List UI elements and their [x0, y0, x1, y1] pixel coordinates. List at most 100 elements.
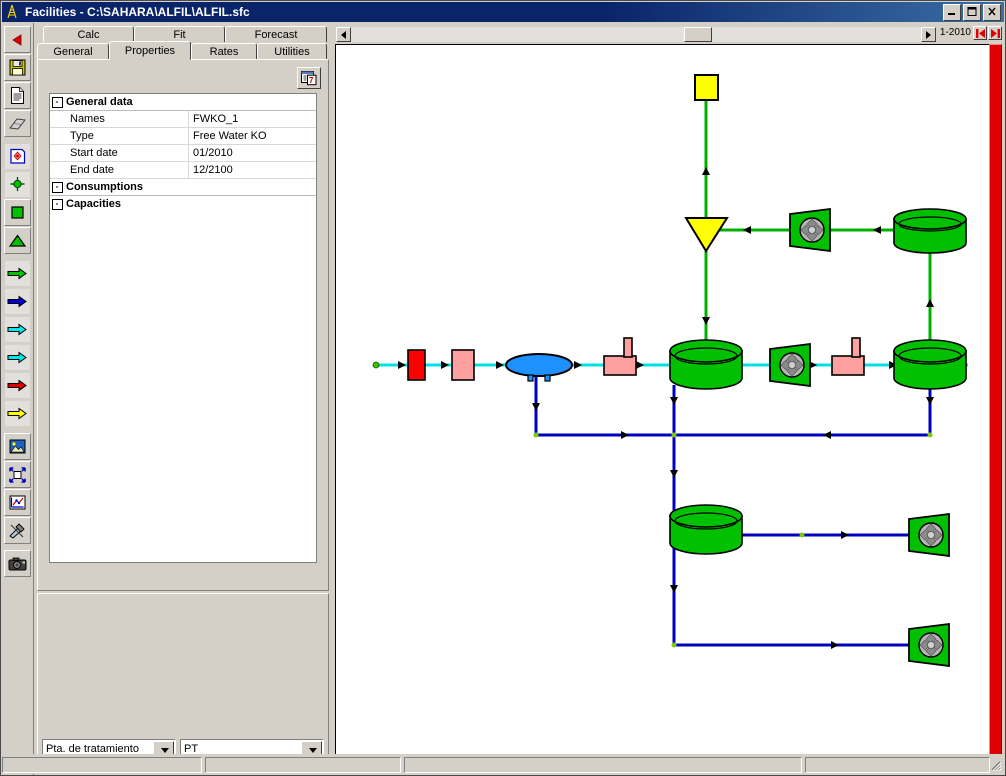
- tab-rates[interactable]: Rates: [191, 43, 257, 59]
- network-icon-button[interactable]: [4, 143, 31, 170]
- window-title: Facilities - C:\SAHARA\ALFIL\ALFIL.sfc: [25, 5, 250, 19]
- tank-green-bottom[interactable]: [669, 504, 743, 555]
- tab-forecast[interactable]: Forecast: [225, 26, 327, 42]
- expander-icon[interactable]: -: [50, 179, 64, 195]
- maximize-button[interactable]: [963, 4, 981, 21]
- triangle-green-icon-button[interactable]: [4, 227, 31, 254]
- scroll-left-icon[interactable]: [336, 27, 351, 42]
- property-grid[interactable]: - General data Names FWKO_1 Type Free Wa…: [49, 93, 317, 563]
- cyan-arrow-2-icon-button[interactable]: [4, 344, 31, 371]
- green-arrow-icon-button[interactable]: [4, 260, 31, 287]
- diagram-vertical-scrollbar[interactable]: [989, 44, 1002, 758]
- table-row[interactable]: End date 12/2100: [50, 162, 316, 179]
- expander-glyph: -: [55, 181, 59, 191]
- tab-utilities[interactable]: Utilities: [257, 43, 327, 59]
- properties-panel: Calc Fit Forecast General Properties Rat…: [34, 23, 330, 775]
- cyan-arrow-icon-button[interactable]: [4, 316, 31, 343]
- property-group-label: Consumptions: [66, 181, 143, 193]
- vertical-scrollbar-thumb[interactable]: [989, 44, 1002, 758]
- pump-green-bottom-2[interactable]: [908, 622, 950, 668]
- separator-blue-oval[interactable]: [505, 353, 573, 382]
- property-name: Names: [70, 113, 105, 125]
- window-buttons: [943, 4, 1001, 21]
- tab-rates-label: Rates: [209, 46, 239, 58]
- table-row[interactable]: Names FWKO_1: [50, 111, 316, 128]
- property-value[interactable]: 12/2100: [188, 162, 316, 178]
- node-icon-button[interactable]: [4, 171, 31, 198]
- facility-network-svg[interactable]: [336, 45, 989, 757]
- tab-properties[interactable]: Properties: [109, 41, 191, 60]
- chart-icon-button[interactable]: [4, 489, 31, 516]
- resize-grip[interactable]: [988, 758, 1002, 772]
- status-pane-1: [2, 757, 202, 773]
- tab-fit[interactable]: Fit: [134, 26, 225, 42]
- square-green-icon-button[interactable]: [4, 199, 31, 226]
- scrollbar-track[interactable]: [351, 27, 921, 42]
- property-name: Type: [70, 130, 94, 142]
- camera-icon-button[interactable]: [4, 550, 31, 577]
- tank-green-center[interactable]: [669, 339, 743, 390]
- plant-pink-right[interactable]: [831, 337, 865, 376]
- property-value[interactable]: FWKO_1: [188, 111, 316, 127]
- back-arrow-icon-button[interactable]: [4, 26, 31, 53]
- left-toolbar: [2, 23, 34, 775]
- property-group-header[interactable]: - Consumptions: [50, 179, 316, 196]
- property-name: Start date: [70, 147, 118, 159]
- pump-green-top[interactable]: [789, 207, 831, 253]
- minimize-button[interactable]: [943, 4, 961, 21]
- tank-green-top-right[interactable]: [893, 208, 967, 254]
- expander-icon[interactable]: -: [50, 196, 64, 212]
- tab-row-modes: Calc Fit Forecast: [37, 26, 327, 42]
- table-row[interactable]: Start date 01/2010: [50, 145, 316, 162]
- property-value[interactable]: 01/2010: [188, 145, 316, 161]
- save-icon-button[interactable]: [4, 54, 31, 81]
- status-pane-2: [205, 757, 401, 773]
- facilities-window: Facilities - C:\SAHARA\ALFIL\ALFIL.sfc C…: [0, 0, 1006, 776]
- property-name: End date: [70, 164, 115, 176]
- source-node[interactable]: [372, 361, 380, 369]
- property-group-header[interactable]: - General data: [50, 94, 316, 111]
- last-step-icon-button[interactable]: [988, 26, 1002, 40]
- row-indent: [50, 128, 64, 144]
- current-date-label: 1-2010: [939, 27, 971, 38]
- status-pane-4: [805, 757, 990, 773]
- diagram-panel: 1-2010: [332, 23, 1005, 775]
- table-row[interactable]: Type Free Water KO: [50, 128, 316, 145]
- property-group-header[interactable]: - Capacities: [50, 196, 316, 212]
- status-bar: [2, 754, 1004, 774]
- wellhead-red-box[interactable]: [407, 349, 426, 381]
- yellow-sink-square[interactable]: [694, 74, 719, 101]
- property-pages-icon-button[interactable]: 7: [297, 67, 321, 89]
- diagram-horizontal-scrollbar[interactable]: [335, 26, 937, 43]
- tank-green-right[interactable]: [893, 339, 967, 390]
- tab-row-sections: General Properties Rates Utilities: [37, 41, 327, 60]
- fit-to-window-icon-button[interactable]: [4, 461, 31, 488]
- facility-diagram-canvas[interactable]: [335, 44, 990, 758]
- pump-green-center[interactable]: [769, 342, 811, 388]
- document-icon-button[interactable]: [4, 82, 31, 109]
- row-indent: [50, 162, 64, 178]
- close-button[interactable]: [983, 4, 1001, 21]
- scroll-right-icon[interactable]: [921, 27, 936, 42]
- tab-calc[interactable]: Calc: [43, 26, 134, 42]
- tab-utilities-label: Utilities: [274, 46, 310, 58]
- tab-general[interactable]: General: [37, 43, 109, 59]
- tools-icon-button[interactable]: [4, 517, 31, 544]
- picture-icon-button[interactable]: [4, 433, 31, 460]
- manifold-pink-box[interactable]: [451, 349, 475, 381]
- expander-glyph: -: [55, 96, 59, 106]
- property-value[interactable]: Free Water KO: [188, 128, 316, 144]
- yellow-arrow-icon-button[interactable]: [4, 400, 31, 427]
- treatment-plant-pink[interactable]: [603, 337, 637, 376]
- separator-yellow-triangle[interactable]: [684, 217, 729, 253]
- first-step-icon-button[interactable]: [973, 26, 987, 40]
- blue-arrow-icon-button[interactable]: [4, 288, 31, 315]
- property-group-label: General data: [66, 96, 133, 108]
- red-arrow-icon-button[interactable]: [4, 372, 31, 399]
- eraser-icon-button[interactable]: [4, 110, 31, 137]
- scrollbar-thumb[interactable]: [684, 27, 712, 42]
- tab-calc-label: Calc: [77, 29, 100, 41]
- pump-green-bottom-1[interactable]: [908, 512, 950, 558]
- tab-general-label: General: [53, 46, 93, 58]
- expander-icon[interactable]: -: [50, 94, 64, 110]
